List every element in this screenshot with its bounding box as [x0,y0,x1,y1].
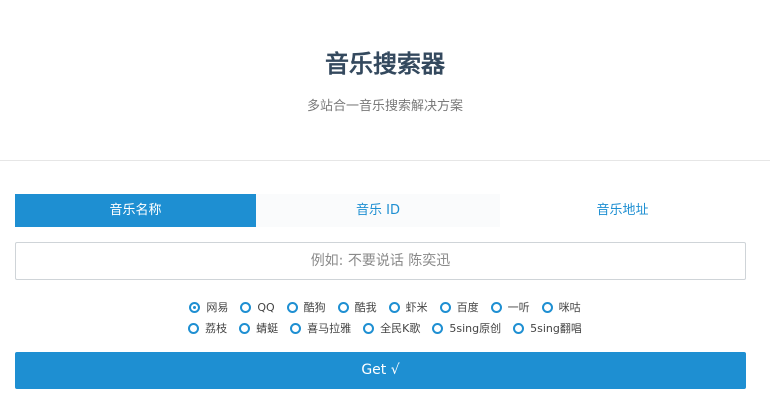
radio-icon[interactable] [513,322,525,334]
page-subtitle: 多站合一音乐搜索解决方案 [306,99,463,114]
search-box [15,242,746,280]
source-options-row-1: 网易 QQ 酷狗 酷我 虾米 百度 一听 咪咕 [0,299,770,315]
source-option-migu[interactable]: 咪咕 [541,299,581,315]
source-label: 酷我 [354,301,377,314]
source-option-qq[interactable]: QQ [240,300,275,314]
search-type-tabs: 音乐名称 音乐 ID 音乐地址 [15,194,745,227]
source-option-ximalaya[interactable]: 喜马拉雅 [290,320,351,336]
source-option-lizhi[interactable]: 荔枝 [188,320,227,336]
source-label: 蜻蜓 [256,322,279,335]
tab-music-id[interactable]: 音乐 ID [256,194,500,227]
source-option-5sing-cover[interactable]: 5sing翻唱 [513,320,582,336]
tab-music-url[interactable]: 音乐地址 [500,194,745,227]
source-option-baidu[interactable]: 百度 [439,299,479,315]
source-option-xiami[interactable]: 虾米 [388,299,428,315]
source-label: 荔枝 [205,322,228,335]
source-label: 一听 [507,301,530,314]
radio-icon[interactable] [432,322,444,334]
radio-icon[interactable] [240,301,252,313]
radio-icon[interactable] [439,301,451,313]
radio-icon[interactable] [337,301,349,313]
radio-icon[interactable] [490,301,502,313]
source-option-5sing-original[interactable]: 5sing原创 [432,320,501,336]
source-label: 5sing原创 [449,322,502,335]
source-options-row-2: 荔枝 蜻蜓 喜马拉雅 全民K歌 5sing原创 5sing翻唱 [0,320,770,336]
get-button[interactable]: Get √ [15,352,746,389]
source-option-qingting[interactable]: 蜻蜓 [239,320,278,336]
radio-icon[interactable] [286,301,298,313]
source-option-kg[interactable]: 全民K歌 [363,320,420,336]
source-option-kuwo[interactable]: 酷我 [337,299,377,315]
radio-icon[interactable] [541,301,553,313]
page-title: 音乐搜索器 [325,50,445,78]
source-option-kugou[interactable]: 酷狗 [286,299,326,315]
radio-icon[interactable] [388,301,400,313]
source-label: QQ [257,300,275,314]
source-label: 网易 [206,301,229,314]
radio-icon[interactable] [290,322,302,334]
source-label: 咪咕 [558,301,581,314]
page-header: 音乐搜索器 多站合一音乐搜索解决方案 [0,0,770,161]
radio-icon[interactable] [363,322,375,334]
radio-icon[interactable] [239,322,251,334]
source-label: 虾米 [405,301,428,314]
source-label: 百度 [456,301,479,314]
source-option-netease[interactable]: 网易 [189,299,228,315]
radio-icon[interactable] [188,322,200,334]
source-label: 5sing翻唱 [530,322,582,335]
source-label: 喜马拉雅 [307,322,352,335]
source-label: 全民K歌 [380,322,421,335]
source-option-1ting[interactable]: 一听 [490,299,530,315]
tab-music-name[interactable]: 音乐名称 [15,194,256,227]
search-input[interactable] [16,243,745,279]
radio-icon[interactable] [189,301,201,313]
source-label: 酷狗 [303,301,326,314]
